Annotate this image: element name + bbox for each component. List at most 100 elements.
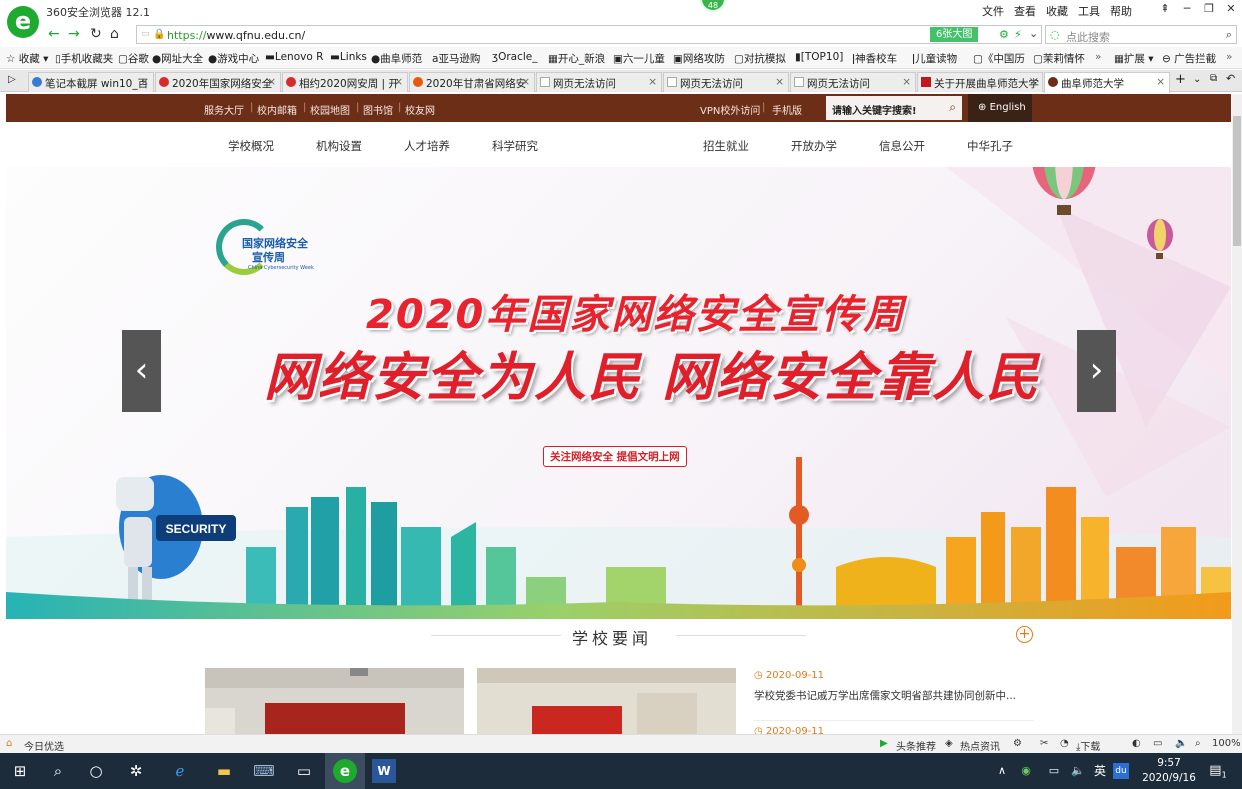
bookmark-item[interactable]: ▬Lenovo R [265,51,323,63]
browser-tab-active[interactable]: 曲阜师范大学 × [1044,72,1170,93]
ime-indicator[interactable]: 英 [1088,759,1112,783]
close-tab-icon[interactable]: × [648,76,657,88]
hero-banner[interactable]: 国家网络安全 宣传周 China Cybersecurity Week 2020… [6,167,1231,619]
bookmark-item[interactable]: ▣六一儿童 [613,51,665,66]
gift-icon[interactable]: ⌂ [6,738,12,749]
close-tab-icon[interactable]: × [521,76,530,88]
refresh-icon[interactable]: ↻ [90,26,102,42]
network-tool-icon[interactable]: ⌨ [252,759,276,783]
headline-recommend[interactable]: 头条推荐 [896,738,936,753]
bookmark-item[interactable]: ▢对抗模拟 [734,51,786,66]
taskbar-active-app[interactable]: e [325,753,365,789]
today-picks-link[interactable]: 今日优选 [24,738,64,753]
window-icon[interactable]: ▭ [1153,738,1162,749]
close-tab-icon[interactable]: × [140,76,149,88]
bookmark-item[interactable]: ▬Links [330,51,367,63]
more-news-button[interactable]: + [1016,626,1033,643]
clean-icon[interactable]: ◐ [1132,738,1141,749]
close-tab-icon[interactable]: × [775,76,784,88]
notifications-icon[interactable]: ▤1 [1206,759,1230,783]
browser-tab[interactable]: 相约2020网安周 | 开 × [282,72,408,92]
nav-organization[interactable]: 机构设置 [316,138,362,154]
link-vpn[interactable]: VPN校外访问 [700,102,760,117]
carousel-prev-button[interactable]: ‹ [122,330,161,412]
link-mobile[interactable]: 手机版 [772,102,802,117]
forward-icon[interactable]: → [68,26,80,42]
bookmark-item[interactable]: ▢谷歌 [118,51,149,66]
ie-browser-icon[interactable]: ℯ [168,759,192,783]
bookmark-item[interactable]: ●网址大全 [152,51,203,66]
zoom-icon[interactable]: ⌕ [1195,738,1201,749]
link-alumni[interactable]: 校友网 [405,102,435,117]
nav-info-public[interactable]: 信息公开 [879,138,925,154]
tray-360-icon[interactable]: ◉ [1014,759,1038,783]
link-library[interactable]: 图书馆 [363,102,393,117]
tools-icon[interactable]: ✂ [1040,738,1048,749]
close-tab-icon[interactable]: × [1029,76,1038,88]
browser-tab[interactable]: 关于开展曲阜师范大学 × [917,72,1043,92]
pin-icon[interactable]: ⇞ [1154,0,1176,18]
bookmark-item[interactable]: ǀ儿童读物 [912,51,957,66]
system-clock[interactable]: 9:57 2020/9/16 [1140,756,1198,786]
restore-icon[interactable]: ❐ [1198,0,1220,18]
volume-icon[interactable]: 🔈 [1066,759,1090,783]
news-headline[interactable]: 学校党委书记戚万学出席儒家文明省部共建协同创新中... [754,688,1016,703]
tray-expand-icon[interactable]: ∧ [990,759,1014,783]
nav-research[interactable]: 科学研究 [492,138,538,154]
big-picture-button[interactable]: 6张大图 [930,27,979,42]
bookmark-item[interactable]: ǀ神香校车 [852,51,897,66]
baidu-input-icon[interactable]: du [1113,763,1129,779]
nav-admissions[interactable]: 招生就业 [703,138,749,154]
menu-help[interactable]: 帮助 [1110,3,1132,19]
nav-confucius[interactable]: 中华孔子 [967,138,1013,154]
pinwheel-app-icon[interactable]: ✲ [124,759,148,783]
link-campus-map[interactable]: 校园地图 [310,102,350,117]
bookmark-item[interactable]: ▢茉莉情怀 [1033,51,1085,66]
adblock-button[interactable]: ⊖ 广告拦截 [1162,51,1216,66]
close-tab-icon[interactable]: × [902,76,911,88]
sidebar-toggle-icon[interactable]: ▷ [8,74,16,85]
bookmark-item[interactable]: ▢《中国历 [973,51,1025,66]
file-explorer-icon[interactable]: ▬ [212,759,236,783]
scrollbar-thumb[interactable] [1233,116,1241,246]
undo-close-icon[interactable]: ↶ [1226,72,1235,85]
lightning-icon[interactable]: ⚡ [1014,28,1022,41]
search-engine-icon[interactable]: ◌ [1050,28,1060,41]
bookmark-item[interactable]: ▣网络攻防 [673,51,725,66]
close-tab-icon[interactable]: × [394,76,403,88]
menu-favorites[interactable]: 收藏 [1046,3,1068,19]
browser-tab[interactable]: 笔记本截屏 win10_百 × [28,72,154,92]
browser-search-input[interactable]: ◌ 点此搜索 ⌕ [1045,25,1237,44]
restore-tab-icon[interactable]: ⧉ [1210,73,1217,84]
settings-icon[interactable]: ⚙ [1013,738,1022,749]
bookmark-item[interactable]: ●游戏中心 [208,51,259,66]
speed-icon[interactable]: ◔ [1060,738,1069,749]
bookmark-item[interactable]: a亚马逊购 [432,51,480,66]
home-icon[interactable]: ⌂ [110,26,119,42]
browser-tab[interactable]: 网页无法访问 × [536,72,662,92]
link-mail[interactable]: 校内邮箱 [257,102,297,117]
task-view-icon[interactable]: ○ [84,759,108,783]
minimize-icon[interactable]: ─ [1176,0,1198,18]
battery-icon[interactable]: ▭ [1042,759,1066,783]
link-service-hall[interactable]: 服务大厅 [204,102,244,117]
menu-file[interactable]: 文件 [982,3,1004,19]
notification-badge[interactable]: 48 [700,0,726,12]
menu-view[interactable]: 查看 [1014,3,1036,19]
browser-logo-icon[interactable]: e [7,6,39,38]
search-icon[interactable]: ⌕ [949,100,956,115]
bookmark-item[interactable]: ʒOracle_ [492,51,538,63]
site-search-input[interactable]: 请输入关键字搜索! ⌕ [826,96,962,120]
more-icon[interactable]: » [1226,51,1232,63]
browser-tab[interactable]: 2020年国家网络安全 × [155,72,281,92]
news-photo[interactable] [205,668,464,734]
english-link[interactable]: ⊕ English [968,94,1032,122]
browser-tab[interactable]: 2020年甘肃省网络安 × [409,72,535,92]
browser-tab[interactable]: 网页无法访问 × [790,72,916,92]
url-input[interactable]: ▭ 🔒 https://www.qfnu.edu.cn/ 6张大图 ⚙ ⚡ ⌄ [136,25,1042,44]
extension-icon[interactable]: ⚙ [999,28,1009,41]
hot-news[interactable]: 热点资讯 [960,738,1000,753]
bookmark-item[interactable]: ☆ 收藏 ▾ [6,51,48,66]
browser-tab[interactable]: 网页无法访问 × [663,72,789,92]
download-button[interactable]: ⤓下载 [1076,738,1100,753]
